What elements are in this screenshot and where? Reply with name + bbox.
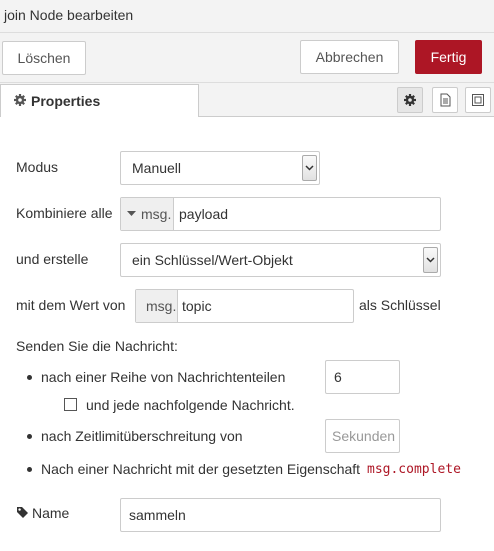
timeout-placeholder: Sekunden [332, 428, 396, 444]
settings-tab-button[interactable] [397, 87, 423, 113]
name-label: Name [32, 505, 70, 521]
bullet [27, 467, 32, 472]
complete-code: msg.complete [367, 462, 461, 477]
window-title: join Node bearbeiten [4, 7, 134, 23]
chevron-down-icon [426, 257, 435, 263]
chevron-down-icon [305, 165, 314, 171]
key-value: topic [182, 298, 212, 314]
tabs-divider [199, 116, 494, 117]
name-input[interactable]: sammeln [120, 498, 441, 532]
gear-icon [404, 94, 416, 106]
combine-type-selector[interactable]: msg. [121, 198, 174, 230]
key-prefix-box: msg. [136, 290, 178, 322]
subsequent-checkbox[interactable] [64, 398, 77, 411]
frame-icon [472, 94, 484, 106]
build-label: und erstelle [16, 251, 89, 267]
count-label: nach einer Reihe von Nachrichtenteilen [41, 369, 286, 385]
title-bar: join Node bearbeiten [0, 0, 494, 33]
tag-icon [17, 507, 28, 518]
combine-input[interactable]: msg. payload [120, 197, 441, 231]
bullet [27, 375, 32, 380]
delete-button[interactable]: Löschen [2, 41, 86, 75]
key-input[interactable]: msg. topic [135, 289, 354, 323]
key-prefix: msg. [146, 298, 177, 314]
count-input[interactable]: 6 [325, 360, 400, 394]
key-label: mit dem Wert von [16, 297, 126, 313]
appearance-tab-button[interactable] [465, 87, 491, 113]
tab-properties-label: Properties [31, 93, 101, 109]
count-value: 6 [334, 369, 342, 385]
build-select[interactable]: ein Schlüssel/Wert-Objekt [120, 243, 441, 277]
build-value: ein Schlüssel/Wert-Objekt [132, 252, 293, 268]
mode-select[interactable]: Manuell [120, 151, 320, 185]
done-button[interactable]: Fertig [415, 40, 482, 74]
complete-label: Nach einer Nachricht mit der gesetzten E… [41, 461, 361, 477]
build-dropdown-arrow[interactable] [423, 247, 438, 273]
timeout-label: nach Zeitlimitüberschreitung von [41, 428, 243, 444]
gear-icon [14, 94, 26, 106]
mode-dropdown-arrow[interactable] [302, 155, 317, 181]
mode-label: Modus [16, 159, 59, 175]
tab-properties[interactable]: Properties [0, 84, 199, 117]
mode-value: Manuell [132, 160, 182, 176]
subsequent-label: und jede nachfolgende Nachricht. [86, 397, 295, 413]
bullet [27, 434, 32, 439]
key-suffix: als Schlüssel [359, 297, 441, 313]
name-value: sammeln [129, 507, 186, 523]
combine-label: Kombiniere alle [16, 205, 113, 221]
timeout-input[interactable]: Sekunden [325, 419, 400, 453]
description-tab-button[interactable] [432, 87, 458, 113]
combine-value: payload [179, 206, 229, 222]
combine-prefix: msg. [141, 206, 172, 222]
caret-down-icon [127, 211, 136, 216]
cancel-button[interactable]: Abbrechen [300, 40, 399, 74]
document-icon [440, 93, 451, 107]
send-heading: Senden Sie die Nachricht: [16, 338, 178, 354]
